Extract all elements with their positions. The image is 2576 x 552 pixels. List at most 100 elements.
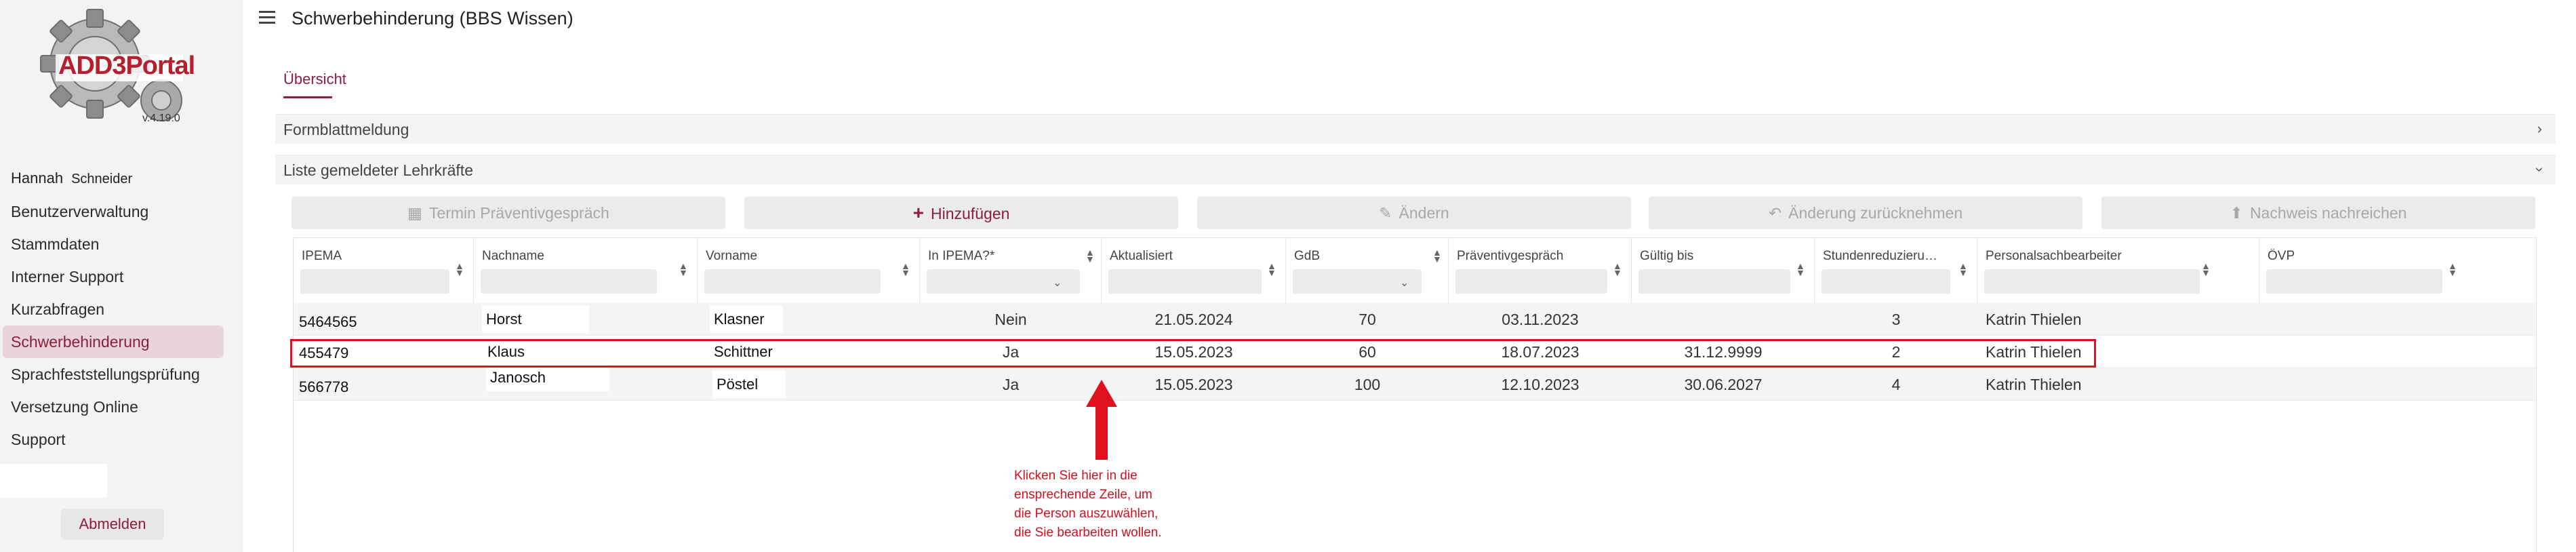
- logo-text: ADD3Portal: [58, 52, 195, 80]
- section-liste-label: Liste gemeldeter Lehrkräfte: [283, 161, 473, 179]
- cell-sachbearbeiter: Katrin Thielen: [1986, 376, 2082, 393]
- edit-icon: ✎: [1379, 204, 1392, 222]
- nav-item-support[interactable]: Support: [0, 423, 221, 456]
- table-row[interactable]: 566778 Janosch Pöstel Ja 15.05.2023 100 …: [294, 364, 2536, 401]
- filter-stundenreduzierung[interactable]: [1822, 269, 1950, 294]
- cell-gueltig: 31.12.9999: [1684, 343, 1763, 361]
- table-row[interactable]: 455479 Klaus Schittner Ja 15.05.2023 60 …: [294, 336, 2536, 368]
- column-header-personalsachbearbeiter[interactable]: Personalsachbearbeiter ▲ ▼: [1977, 238, 2259, 303]
- upload-label: Nachweis nachreichen: [2249, 204, 2407, 222]
- cell-vorname: Schittner: [714, 343, 773, 360]
- filter-nachname[interactable]: [481, 269, 657, 294]
- sort-icon[interactable]: ▲ ▼: [455, 261, 464, 277]
- column-header-praeventivgespraech[interactable]: Präventivgespräch ▲ ▼: [1449, 238, 1632, 303]
- nav-item-benutzerverwaltung[interactable]: Benutzerverwaltung: [0, 195, 221, 228]
- sort-icon[interactable]: ▲ ▼: [1613, 261, 1622, 277]
- undo-change-button[interactable]: ↶ Änderung zurücknehmen: [1649, 197, 2082, 229]
- chevron-down-icon: ›: [2531, 167, 2549, 172]
- undo-label: Änderung zurücknehmen: [1788, 204, 1963, 222]
- sort-icon[interactable]: ▲ ▼: [1267, 261, 1276, 277]
- add-button[interactable]: + Hinzufügen: [744, 197, 1178, 229]
- nav-item-sprachfeststellungspruefung[interactable]: Sprachfeststellungsprüfung: [0, 358, 221, 391]
- sort-icon[interactable]: ▲ ▼: [1958, 261, 1968, 277]
- cell-praeventiv: 18.07.2023: [1501, 343, 1579, 361]
- sort-icon[interactable]: ▲ ▼: [901, 261, 910, 277]
- tab-active-indicator: [283, 96, 332, 98]
- column-header-oevp[interactable]: ÖVP ▲ ▼: [2259, 238, 2536, 303]
- cell-vorname: Klasner: [710, 306, 783, 333]
- cell-praeventiv: 12.10.2023: [1501, 376, 1579, 393]
- sort-icon[interactable]: ▲ ▼: [2448, 261, 2457, 277]
- section-liste-lehrkraefte[interactable]: Liste gemeldeter Lehrkräfte ›: [275, 155, 2556, 184]
- filter-praeventivgespraech[interactable]: [1455, 269, 1607, 294]
- sort-icon[interactable]: ▲ ▼: [2201, 261, 2211, 277]
- user-name: Hannah Schneider: [11, 170, 132, 187]
- cell-aktualisiert: 15.05.2023: [1154, 376, 1233, 393]
- sidebar-nav: Benutzerverwaltung Stammdaten Interner S…: [0, 195, 243, 456]
- logout-button[interactable]: Abmelden: [61, 509, 164, 540]
- section-formblattmeldung[interactable]: Formblattmeldung ›: [275, 114, 2556, 144]
- filter-oevp[interactable]: [2266, 269, 2442, 294]
- nav-item-schwerbehinderung[interactable]: Schwerbehinderung: [3, 326, 224, 358]
- column-header-in-ipema[interactable]: In IPEMA?* ⌄ ▲ ▼: [920, 238, 1102, 303]
- chevron-down-icon: ⌄: [1053, 277, 1062, 289]
- sidebar: ADD3Portal v.4.19.0 Hannah Schneider Benu…: [0, 0, 243, 552]
- filter-ipema[interactable]: [300, 269, 449, 294]
- user-last-name: Schneider: [71, 172, 133, 186]
- cell-nachname: Horst: [482, 306, 589, 333]
- nav-item-interner-support[interactable]: Interner Support: [0, 260, 221, 293]
- cell-ipema: 566778: [299, 378, 349, 395]
- cell-nachname: Janosch: [486, 364, 609, 391]
- sort-icon[interactable]: ▲ ▼: [679, 261, 688, 277]
- tab-uebersicht[interactable]: Übersicht: [283, 71, 346, 88]
- cell-stunden: 3: [1891, 311, 1901, 328]
- column-header-vorname[interactable]: Vorname ▲ ▼: [698, 238, 920, 303]
- plus-icon: +: [912, 202, 924, 223]
- sort-icon[interactable]: ▲ ▼: [1432, 248, 1442, 264]
- filter-aktualisiert[interactable]: [1108, 269, 1262, 294]
- sort-icon[interactable]: ▲ ▼: [1796, 261, 1805, 277]
- column-header-nachname[interactable]: Nachname ▲ ▼: [474, 238, 698, 303]
- chevron-right-icon: ›: [2537, 120, 2542, 137]
- cell-sachbearbeiter: Katrin Thielen: [1986, 311, 2082, 328]
- page-title: Schwerbehinderung (BBS Wissen): [291, 8, 573, 28]
- column-header-gueltig-bis[interactable]: Gültig bis ▲ ▼: [1632, 238, 1815, 303]
- cell-in-ipema: Ja: [1002, 376, 1020, 393]
- cell-gdb: 100: [1354, 376, 1381, 393]
- filter-personalsachbearbeiter[interactable]: [1984, 269, 2200, 294]
- nav-item-versetzung-online[interactable]: Versetzung Online: [0, 391, 221, 423]
- cell-in-ipema: Nein: [994, 311, 1027, 328]
- column-header-gdb[interactable]: GdB ⌄ ▲ ▼: [1286, 238, 1449, 303]
- cell-vorname: Pöstel: [712, 371, 786, 398]
- column-header-aktualisiert[interactable]: Aktualisiert ▲ ▼: [1102, 238, 1286, 303]
- nav-item-stammdaten[interactable]: Stammdaten: [0, 228, 221, 260]
- filter-gueltig-bis[interactable]: [1638, 269, 1790, 294]
- upload-proof-button[interactable]: ⬆ Nachweis nachreichen: [2101, 197, 2535, 229]
- cell-ipema: 5464565: [299, 313, 357, 330]
- column-header-ipema[interactable]: IPEMA ▲ ▼: [294, 238, 474, 303]
- termin-label: Termin Präventivgespräch: [428, 204, 609, 222]
- teachers-table: IPEMA ▲ ▼ Nachname ▲ ▼ Vorname ▲ ▼ In IPEMA…: [293, 237, 2537, 552]
- user-first-name: Hannah: [11, 170, 64, 186]
- column-header-stundenreduzierung[interactable]: Stundenreduzieru… ▲ ▼: [1815, 238, 1977, 303]
- add-label: Hinzufügen: [931, 205, 1010, 222]
- calendar-icon: ▦: [407, 204, 422, 222]
- cell-gdb: 70: [1359, 311, 1376, 328]
- cell-gdb: 60: [1359, 343, 1376, 361]
- nav-item-kurzabfragen[interactable]: Kurzabfragen: [0, 293, 221, 326]
- cell-stunden: 4: [1891, 376, 1901, 393]
- cell-in-ipema: Ja: [1002, 343, 1020, 361]
- arrow-up-icon: [1086, 380, 1117, 460]
- table-row[interactable]: 5464565 Horst Klasner Nein 21.05.2024 70…: [294, 303, 2536, 336]
- termin-praeventivgespraech-button[interactable]: ▦ Termin Präventivgespräch: [291, 197, 725, 229]
- sort-icon[interactable]: ▲ ▼: [1085, 248, 1095, 264]
- add3portal-logo: ADD3Portal: [14, 5, 210, 134]
- cell-ipema: 455479: [299, 344, 349, 361]
- menu-icon[interactable]: [259, 11, 275, 24]
- cell-stunden: 2: [1891, 343, 1901, 361]
- cell-gueltig: [1632, 303, 1815, 336]
- upload-icon: ⬆: [2230, 204, 2243, 222]
- edit-button[interactable]: ✎ Ändern: [1197, 197, 1631, 229]
- filter-vorname[interactable]: [704, 269, 881, 294]
- cell-gueltig: 30.06.2027: [1684, 376, 1763, 393]
